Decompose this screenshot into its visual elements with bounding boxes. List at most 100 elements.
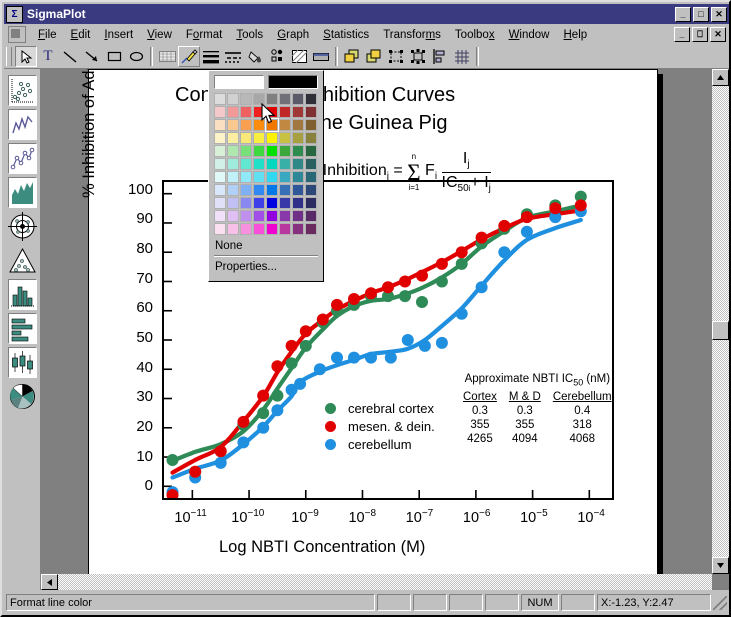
color-swatch-r10-c5[interactable] bbox=[279, 223, 291, 235]
color-swatch-r3-c3[interactable] bbox=[253, 132, 265, 144]
color-swatch-r2-c1[interactable] bbox=[227, 119, 239, 131]
pie-chart-icon[interactable] bbox=[8, 381, 37, 412]
color-swatch-r2-c6[interactable] bbox=[292, 119, 304, 131]
color-swatch-r2-c7[interactable] bbox=[305, 119, 317, 131]
color-swatch-r5-c2[interactable] bbox=[240, 158, 252, 170]
color-swatch-r8-c5[interactable] bbox=[279, 197, 291, 209]
line-color-tool-button[interactable] bbox=[178, 46, 200, 67]
color-swatch-r1-c3[interactable] bbox=[253, 106, 265, 118]
menu-view[interactable]: View bbox=[140, 27, 179, 43]
color-swatch-r2-c2[interactable] bbox=[240, 119, 252, 131]
symbol-tool-button[interactable] bbox=[266, 46, 288, 67]
color-swatch-r1-c1[interactable] bbox=[227, 106, 239, 118]
shade-tool-button[interactable] bbox=[310, 46, 332, 67]
resize-grip[interactable] bbox=[713, 595, 727, 610]
align-objects-button[interactable] bbox=[429, 46, 451, 67]
color-swatch-r10-c1[interactable] bbox=[227, 223, 239, 235]
send-to-back-button[interactable] bbox=[363, 46, 385, 67]
color-swatch-r0-c4[interactable] bbox=[266, 93, 278, 105]
color-swatch-r3-c1[interactable] bbox=[227, 132, 239, 144]
line-plot-icon[interactable] bbox=[7, 109, 37, 140]
scroll-up-button[interactable] bbox=[712, 69, 729, 86]
polar-plot-icon[interactable] bbox=[7, 211, 37, 242]
scroll-down-button[interactable] bbox=[712, 557, 729, 574]
color-swatch-r8-c7[interactable] bbox=[305, 197, 317, 209]
color-swatch-r10-c0[interactable] bbox=[214, 223, 226, 235]
maximize-button[interactable]: □ bbox=[693, 6, 709, 22]
scroll-left-button[interactable] bbox=[41, 574, 58, 590]
color-swatch-r10-c7[interactable] bbox=[305, 223, 317, 235]
color-swatch-r9-c7[interactable] bbox=[305, 210, 317, 222]
menu-transforms[interactable]: Transforms bbox=[376, 27, 448, 43]
color-swatch-r9-c0[interactable] bbox=[214, 210, 226, 222]
horizontal-scroll-track[interactable] bbox=[57, 574, 712, 590]
color-swatch-r0-c5[interactable] bbox=[279, 93, 291, 105]
horizontal-bar-chart-icon[interactable] bbox=[7, 313, 37, 344]
color-swatch-r5-c4[interactable] bbox=[266, 158, 278, 170]
menu-file[interactable]: File bbox=[31, 27, 64, 43]
menu-insert[interactable]: Insert bbox=[97, 27, 140, 43]
color-swatch-r8-c6[interactable] bbox=[292, 197, 304, 209]
fill-color-tool-button[interactable] bbox=[244, 46, 266, 67]
color-swatch-r4-c0[interactable] bbox=[214, 145, 226, 157]
color-swatch-r5-c0[interactable] bbox=[214, 158, 226, 170]
color-swatch-grid[interactable] bbox=[214, 93, 318, 236]
fill-pattern-tool-button[interactable] bbox=[288, 46, 310, 67]
color-swatch-r0-c6[interactable] bbox=[292, 93, 304, 105]
color-swatch-r5-c6[interactable] bbox=[292, 158, 304, 170]
close-button[interactable]: ✕ bbox=[711, 6, 727, 22]
color-swatch-r6-c4[interactable] bbox=[266, 171, 278, 183]
color-swatch-r4-c7[interactable] bbox=[305, 145, 317, 157]
color-swatch-r0-c1[interactable] bbox=[227, 93, 239, 105]
color-swatch-r9-c2[interactable] bbox=[240, 210, 252, 222]
color-swatch-r4-c5[interactable] bbox=[279, 145, 291, 157]
color-swatch-r5-c5[interactable] bbox=[279, 158, 291, 170]
color-swatch-r2-c4[interactable] bbox=[265, 118, 279, 132]
color-swatch-r5-c7[interactable] bbox=[305, 158, 317, 170]
grid-tool-button[interactable] bbox=[156, 46, 178, 67]
color-swatch-r6-c2[interactable] bbox=[240, 171, 252, 183]
color-swatch-r0-c3[interactable] bbox=[253, 93, 265, 105]
menu-tools[interactable]: Tools bbox=[229, 27, 270, 43]
menu-window[interactable]: Window bbox=[502, 27, 557, 43]
color-swatch-r9-c1[interactable] bbox=[227, 210, 239, 222]
color-swatch-r7-c0[interactable] bbox=[214, 184, 226, 196]
color-swatch-black[interactable] bbox=[268, 75, 318, 89]
color-swatch-r8-c0[interactable] bbox=[214, 197, 226, 209]
snap-to-grid-button[interactable] bbox=[451, 46, 473, 67]
color-swatch-r6-c3[interactable] bbox=[253, 171, 265, 183]
color-swatch-r3-c2[interactable] bbox=[240, 132, 252, 144]
color-swatch-r2-c5[interactable] bbox=[279, 119, 291, 131]
pointer-tool-button[interactable] bbox=[15, 46, 37, 67]
color-swatch-r1-c2[interactable] bbox=[240, 106, 252, 118]
color-swatch-r6-c5[interactable] bbox=[279, 171, 291, 183]
color-swatch-r4-c3[interactable] bbox=[253, 145, 265, 157]
color-swatch-r6-c0[interactable] bbox=[214, 171, 226, 183]
line-thickness-tool-button[interactable] bbox=[200, 46, 222, 67]
color-swatch-r7-c1[interactable] bbox=[227, 184, 239, 196]
vertical-bar-chart-icon[interactable] bbox=[7, 279, 37, 310]
scatter-plot-icon[interactable] bbox=[7, 75, 37, 106]
vertical-scroll-thumb[interactable] bbox=[712, 321, 729, 340]
box-plot-icon[interactable] bbox=[7, 347, 37, 378]
line-style-tool-button[interactable] bbox=[222, 46, 244, 67]
color-none-option[interactable]: None bbox=[214, 236, 318, 256]
color-swatch-r10-c6[interactable] bbox=[292, 223, 304, 235]
color-swatch-r6-c1[interactable] bbox=[227, 171, 239, 183]
color-swatch-r1-c4[interactable] bbox=[266, 106, 278, 118]
color-swatch-r9-c4[interactable] bbox=[266, 210, 278, 222]
menu-edit[interactable]: Edit bbox=[64, 27, 98, 43]
color-swatch-r10-c2[interactable] bbox=[240, 223, 252, 235]
menu-toolbox[interactable]: Toolbox bbox=[448, 27, 502, 43]
color-swatch-r0-c2[interactable] bbox=[240, 93, 252, 105]
color-swatch-r6-c7[interactable] bbox=[305, 171, 317, 183]
color-swatch-r1-c0[interactable] bbox=[214, 106, 226, 118]
color-swatch-r8-c3[interactable] bbox=[253, 197, 265, 209]
toolbar-grip[interactable] bbox=[6, 47, 12, 66]
color-swatch-r3-c6[interactable] bbox=[292, 132, 304, 144]
line-color-picker-popup[interactable]: None Properties... bbox=[208, 70, 324, 282]
line-tool-button[interactable] bbox=[59, 46, 81, 67]
vertical-scrollbar[interactable] bbox=[712, 69, 729, 574]
menu-statistics[interactable]: Statistics bbox=[316, 27, 376, 43]
color-swatch-r9-c3[interactable] bbox=[253, 210, 265, 222]
